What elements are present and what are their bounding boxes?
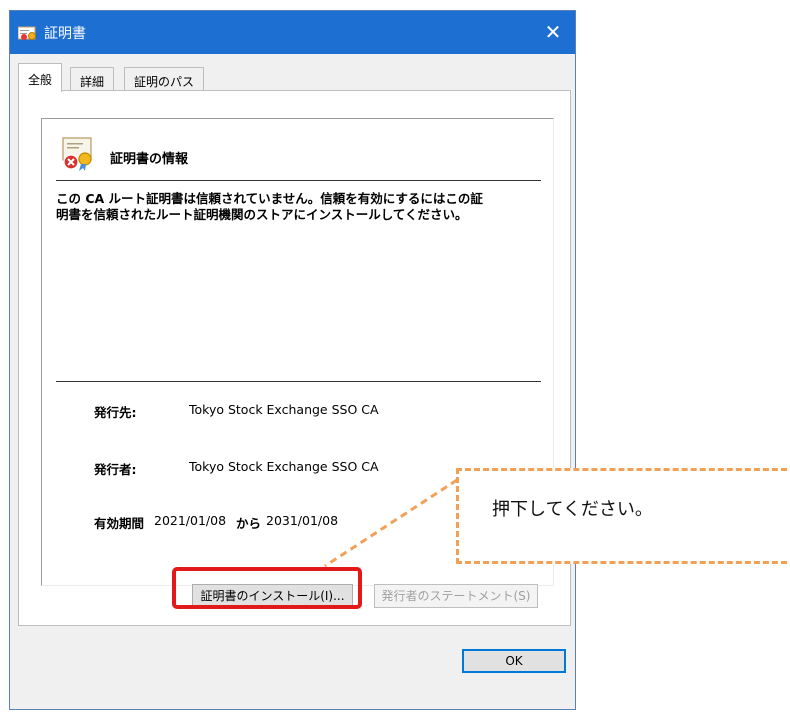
issued-by-label: 発行者:: [94, 462, 137, 477]
validity-label: 有効期間: [94, 516, 145, 531]
tab-details[interactable]: 詳細: [70, 67, 115, 91]
certificate-icon: [18, 26, 36, 40]
valid-to-value: 2031/01/08: [266, 513, 339, 528]
trust-message-line-1: この CA ルート証明書は信頼されていません。信頼を有効にするにはこの証: [56, 191, 483, 206]
trust-message: この CA ルート証明書は信頼されていません。信頼を有効にするにはこの証 明書を…: [56, 191, 536, 223]
divider: [56, 381, 541, 382]
issuer-statement-button[interactable]: 発行者のステートメント(S): [374, 584, 538, 608]
callout-text: 押下してください。: [492, 499, 653, 520]
tab-certification-path[interactable]: 証明のパス: [124, 67, 205, 91]
issued-to-value: Tokyo Stock Exchange SSO CA: [189, 402, 379, 417]
divider: [56, 180, 541, 181]
install-button-highlight: [172, 567, 362, 609]
instruction-callout: 押下してください。: [456, 468, 790, 564]
from-word: から: [236, 516, 262, 531]
tab-general[interactable]: 全般: [18, 63, 63, 92]
title-bar[interactable]: 証明書 ✕: [10, 11, 575, 54]
close-button[interactable]: ✕: [541, 20, 565, 44]
issued-by-value: Tokyo Stock Exchange SSO CA: [189, 459, 379, 474]
info-title: 証明書の情報: [110, 152, 189, 167]
trust-message-line-2: 明書を信頼されたルート証明機関のストアにインストールしてください。: [56, 207, 468, 222]
certificate-error-icon: [62, 137, 92, 171]
issued-to-label: 発行先:: [94, 405, 137, 420]
tab-bar: 全般 詳細 証明のパス: [18, 63, 573, 92]
window-title: 証明書: [44, 26, 86, 42]
valid-from-value: 2021/01/08: [154, 513, 227, 528]
ok-button[interactable]: OK: [462, 649, 566, 673]
